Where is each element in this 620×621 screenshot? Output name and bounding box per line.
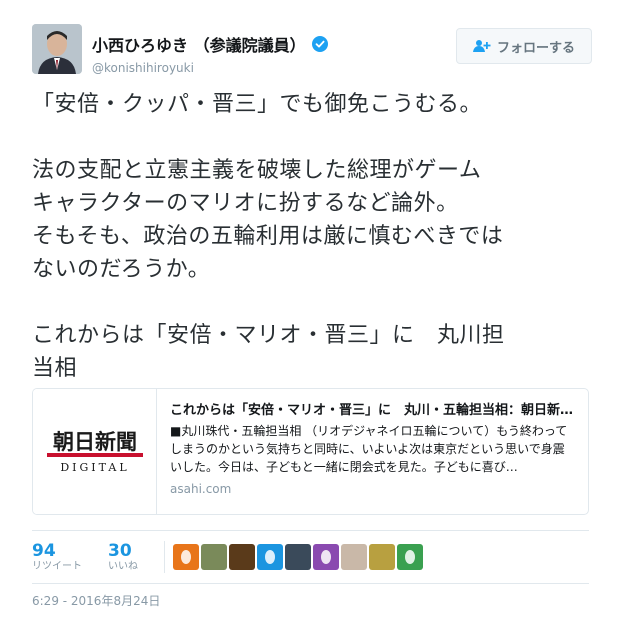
- card-description: ■丸川珠代・五輪担当相 （リオデジャネイロ五輪について）もう終わってしまうのかと…: [170, 424, 568, 474]
- add-user-icon: [472, 39, 491, 53]
- asahi-digital-logo: 朝日新聞 DIGITAL: [47, 429, 143, 474]
- retweet-stat[interactable]: 94 リツイート: [32, 541, 82, 573]
- retweet-count[interactable]: 94: [32, 541, 82, 561]
- user-name[interactable]: 小西ひろゆき （参議院議員）: [92, 32, 306, 56]
- verified-badge-icon: [311, 36, 328, 52]
- tweet-timestamp[interactable]: 6:29 - 2016年8月24日: [32, 592, 160, 609]
- user-names: 小西ひろゆき （参議院議員） @konishihiroyuki: [92, 32, 328, 75]
- liker-avatar[interactable]: [313, 544, 339, 570]
- tweet-text: 「安倍・クッパ・晋三」でも御免こうむる。 法の支配と立憲主義を破壊した総理がゲー…: [32, 92, 505, 381]
- egg-icon: [405, 550, 415, 564]
- liker-avatar[interactable]: [285, 544, 311, 570]
- like-label: いいね: [108, 561, 138, 572]
- liker-avatar[interactable]: [257, 544, 283, 570]
- likers-list: [173, 544, 423, 570]
- user-fullname[interactable]: 小西ひろゆき （参議院議員）: [92, 32, 328, 56]
- liker-avatar[interactable]: [397, 544, 423, 570]
- tweet-stats: 94 リツイート 30 いいね: [32, 530, 589, 584]
- avatar[interactable]: [32, 24, 82, 74]
- logo-sub: DIGITAL: [60, 461, 129, 474]
- egg-icon: [265, 550, 275, 564]
- liker-avatar[interactable]: [201, 544, 227, 570]
- user-screen-name[interactable]: @konishihiroyuki: [92, 61, 328, 75]
- card-domain: asahi.com: [170, 482, 232, 496]
- like-count[interactable]: 30: [108, 541, 138, 561]
- liker-avatar[interactable]: [369, 544, 395, 570]
- follow-button[interactable]: フォローする: [456, 28, 592, 64]
- card-thumbnail[interactable]: 朝日新聞 DIGITAL: [33, 389, 157, 514]
- like-stat[interactable]: 30 いいね: [108, 541, 138, 573]
- liker-avatar[interactable]: [229, 544, 255, 570]
- liker-avatar[interactable]: [341, 544, 367, 570]
- liker-avatar[interactable]: [173, 544, 199, 570]
- retweet-label: リツイート: [32, 561, 82, 572]
- link-card[interactable]: 朝日新聞 DIGITAL これからは「安倍・マリオ・晋三」に 丸川・五輪担当相：…: [32, 388, 589, 515]
- egg-icon: [321, 550, 331, 564]
- card-title[interactable]: これからは「安倍・マリオ・晋三」に 丸川・五輪担当相：朝日新…: [170, 402, 575, 420]
- stats-divider: [164, 541, 165, 573]
- card-body: これからは「安倍・マリオ・晋三」に 丸川・五輪担当相：朝日新… ■丸川珠代・五輪…: [170, 402, 575, 496]
- tweet-header: 小西ひろゆき （参議院議員） @konishihiroyuki フォローする: [32, 24, 592, 80]
- egg-icon: [181, 550, 191, 564]
- logo-text: 朝日新聞: [53, 429, 137, 454]
- follow-button-label: フォローする: [496, 40, 575, 56]
